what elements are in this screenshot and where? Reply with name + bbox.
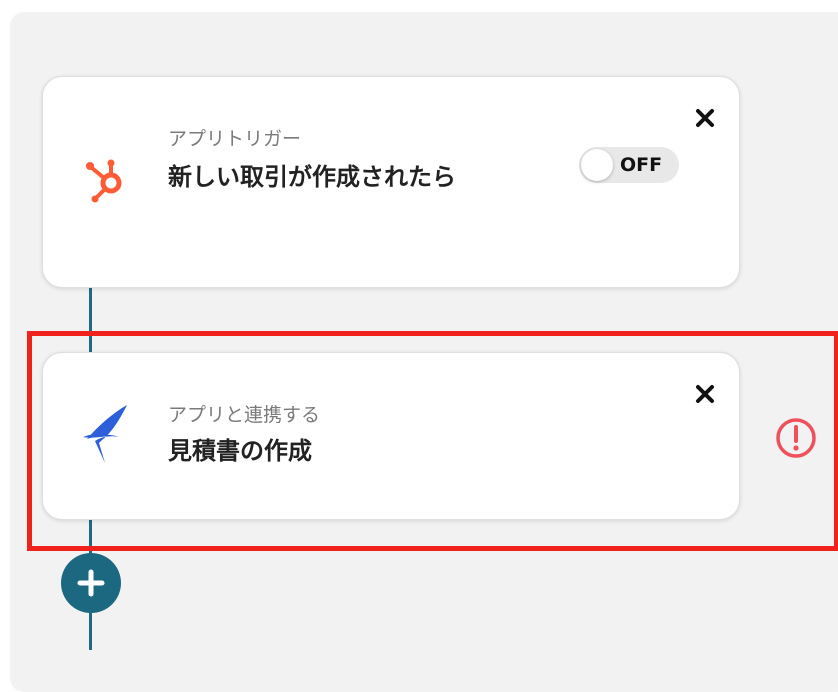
action-card[interactable]: アプリと連携する 見積書の作成 bbox=[42, 352, 740, 520]
trigger-title: 新しい取引が作成されたら bbox=[168, 163, 456, 191]
plus-icon bbox=[77, 569, 105, 597]
action-subtitle: アプリと連携する bbox=[168, 404, 321, 426]
hubspot-icon bbox=[86, 159, 122, 203]
trigger-card[interactable]: アプリトリガー 新しい取引が作成されたら OFF bbox=[42, 76, 740, 288]
swallow-bird-icon bbox=[83, 405, 127, 463]
close-icon[interactable] bbox=[694, 383, 716, 405]
toggle-label: OFF bbox=[620, 154, 663, 176]
trigger-toggle[interactable]: OFF bbox=[579, 147, 679, 183]
close-icon[interactable] bbox=[694, 107, 716, 129]
flow-connector-line bbox=[89, 288, 92, 358]
toggle-knob bbox=[581, 149, 613, 181]
trigger-subtitle: アプリトリガー bbox=[168, 128, 302, 150]
exclamation-circle-icon[interactable] bbox=[774, 416, 818, 460]
action-title: 見積書の作成 bbox=[168, 437, 312, 465]
add-step-button[interactable] bbox=[61, 553, 121, 613]
